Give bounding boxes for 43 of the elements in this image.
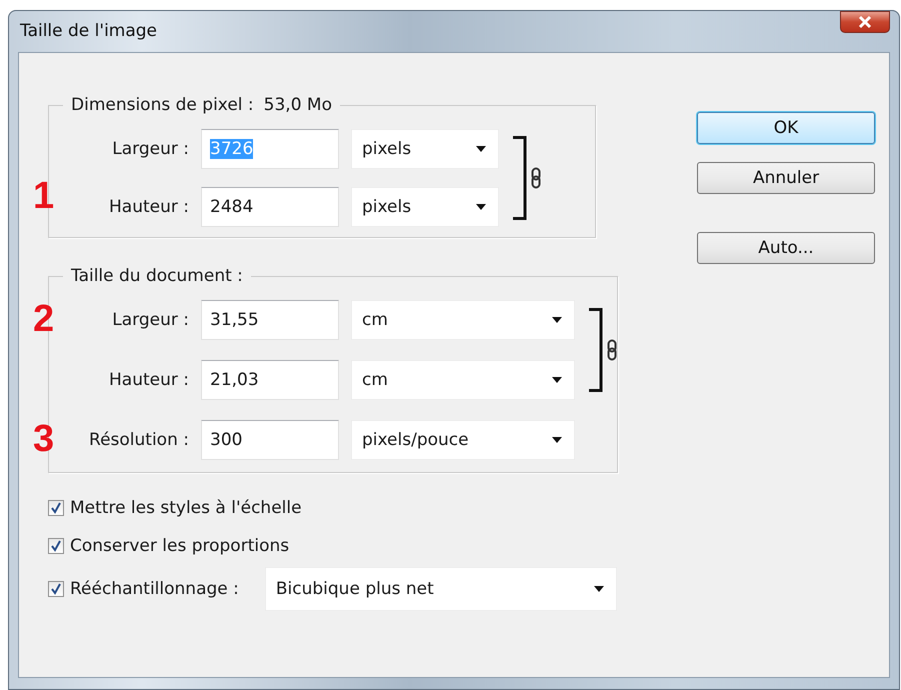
chain-link-icon[interactable] [531,167,541,189]
field-label: Largeur : [112,139,189,159]
field-label: Résolution : [89,430,189,450]
input-field[interactable]: 21,03 [201,360,339,400]
close-icon [857,15,873,29]
field-label: Hauteur : [109,197,189,217]
input-field[interactable]: 2484 [201,187,339,227]
unit-dropdown[interactable]: pixels [351,187,499,227]
caret-icon [552,437,562,443]
bracket-icon [589,308,603,392]
caret-icon [476,204,486,210]
checkbox-label: Mettre les styles à l'échelle [70,498,302,518]
group-title: Taille du document : [71,266,243,286]
chain-link-icon[interactable] [607,339,617,361]
dialog-button[interactable]: OK [697,112,875,144]
caret-icon [552,317,562,323]
checkbox-label: Rééchantillonnage : [70,579,239,599]
checkbox[interactable] [48,500,64,516]
group-title: Dimensions de pixel : [71,95,254,115]
caret-icon [594,586,604,592]
group-value: 53,0 Mo [264,95,332,115]
unit-dropdown[interactable]: pixels [351,129,499,169]
field-label: Hauteur : [109,370,189,390]
caret-icon [552,377,562,383]
input-field[interactable]: 300 [201,420,339,460]
annotation-number: 3 [33,420,54,458]
input-field[interactable]: 31,55 [201,300,339,340]
checkbox[interactable] [48,581,64,597]
dialog-button[interactable]: Annuler [697,162,875,194]
unit-dropdown[interactable]: cm [351,360,575,400]
close-button[interactable] [840,11,890,33]
window-title: Taille de l'image [20,21,158,41]
unit-dropdown[interactable]: pixels/pouce [351,420,575,460]
annotation-number: 2 [33,300,54,338]
dialog-button[interactable]: Auto... [697,232,875,264]
bracket-icon [513,136,527,220]
checkbox-label: Conserver les proportions [70,536,290,556]
annotation-number: 1 [33,177,54,215]
unit-dropdown[interactable]: cm [351,300,575,340]
caret-icon [476,146,486,152]
checkbox[interactable] [48,538,64,554]
method-dropdown[interactable]: Bicubique plus net [264,567,617,611]
field-label: Largeur : [112,310,189,330]
